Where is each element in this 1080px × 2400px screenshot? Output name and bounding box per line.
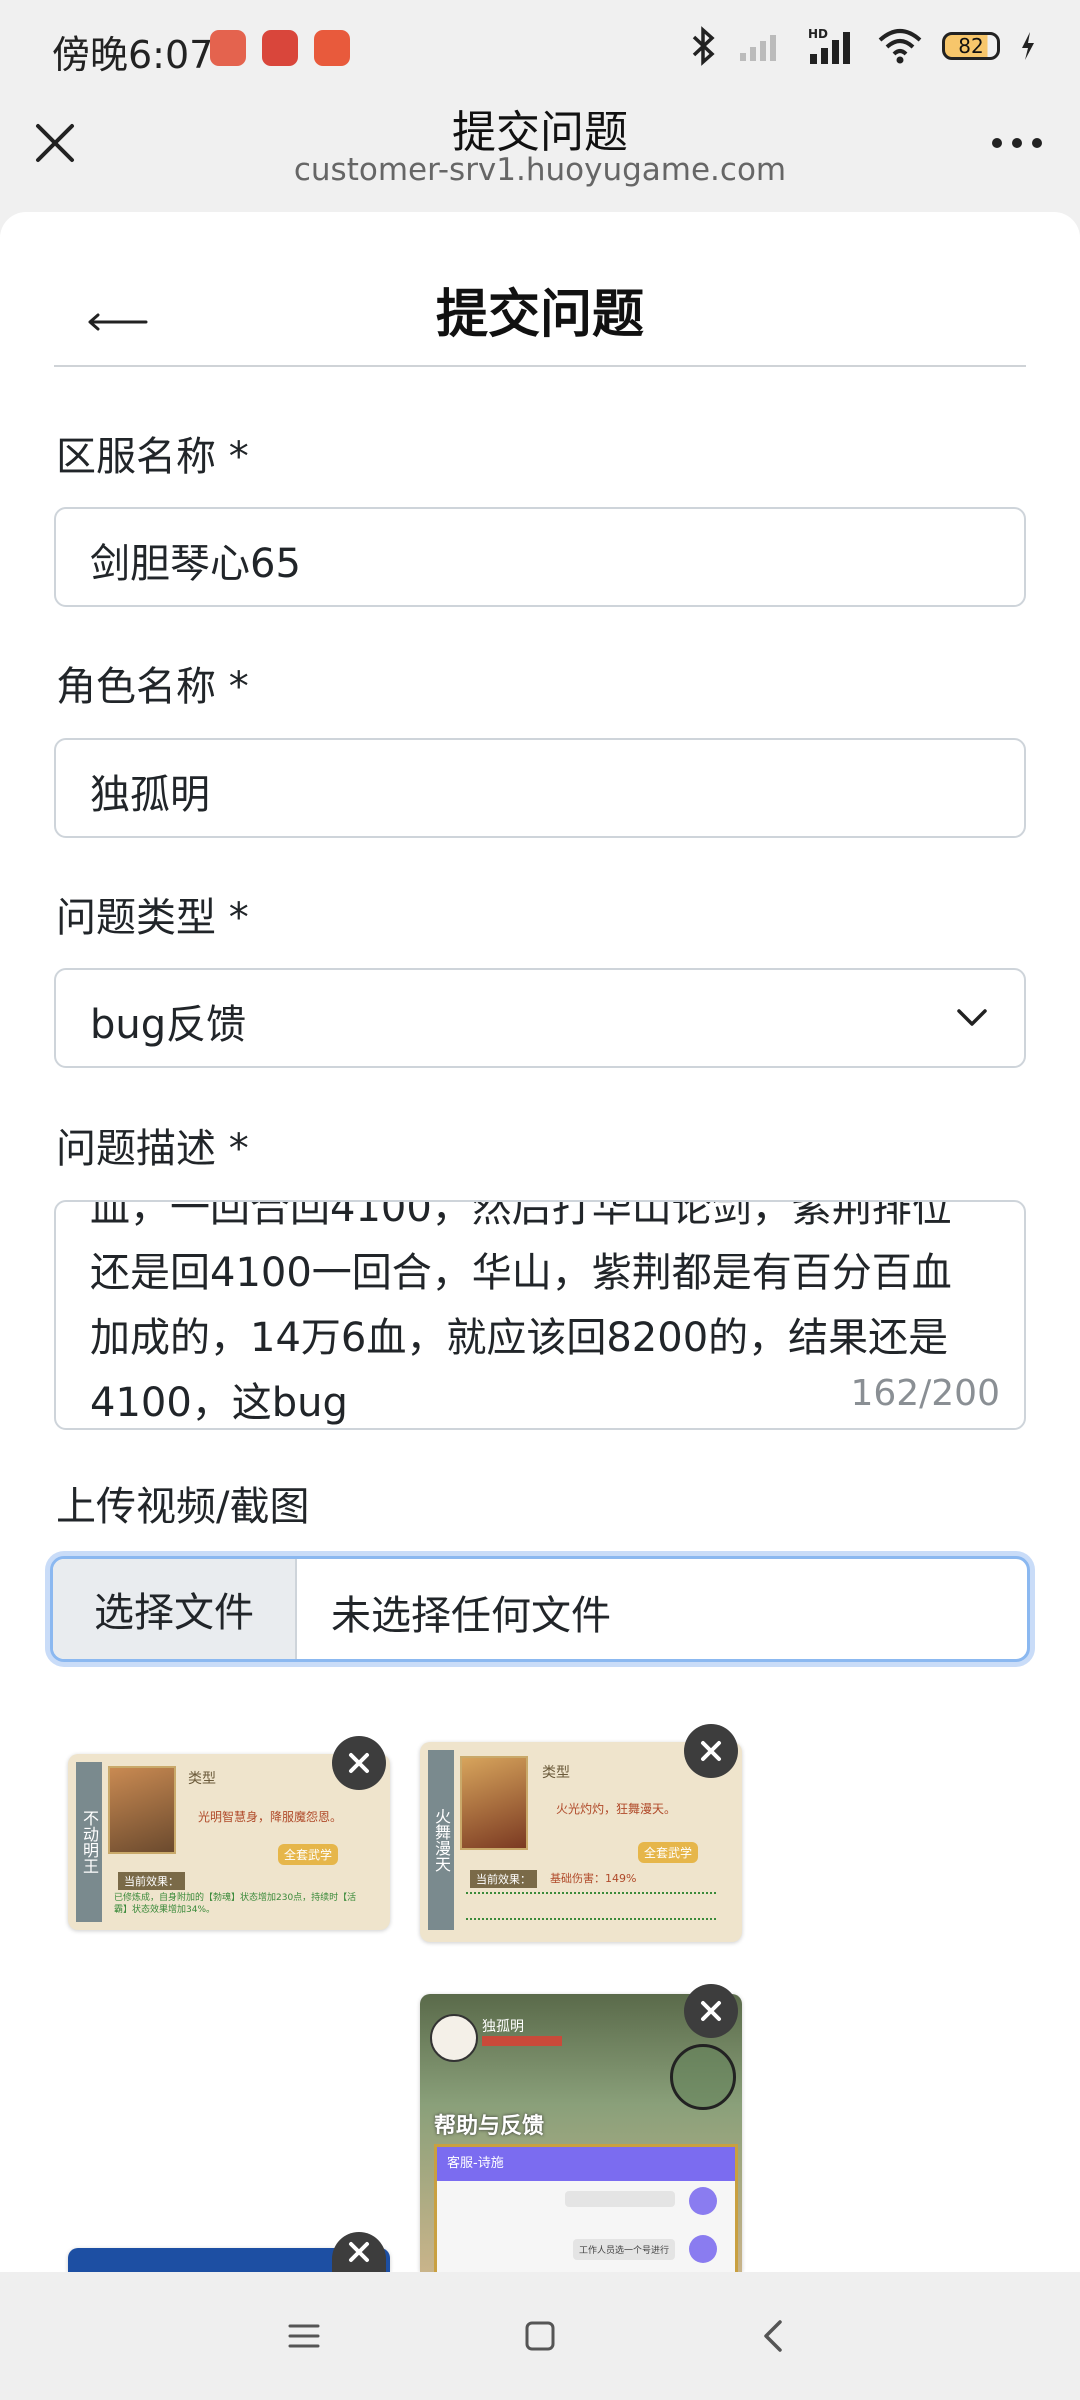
user-icon bbox=[689, 2235, 717, 2263]
cellular-signal-empty-icon bbox=[740, 35, 776, 61]
app-notification-icon bbox=[210, 30, 246, 66]
close-icon bbox=[349, 1753, 369, 1773]
thumbnail-banner: 不动明王 bbox=[76, 1762, 102, 1922]
bluetooth-icon bbox=[692, 26, 715, 66]
role-name-input[interactable]: 独孤明 bbox=[54, 738, 1026, 838]
battery-level: 82 bbox=[958, 34, 984, 58]
battery-icon: 82 bbox=[942, 32, 1000, 60]
svg-text:HD: HD bbox=[808, 27, 828, 41]
thumbnail-avatar bbox=[430, 2014, 478, 2062]
back-icon[interactable] bbox=[756, 2318, 792, 2354]
chevron-down-icon bbox=[957, 1009, 987, 1026]
browser-title: 提交问题 bbox=[452, 107, 628, 158]
status-time: 傍晚6:07 bbox=[52, 33, 214, 77]
issue-type-select[interactable]: bug反馈 bbox=[54, 968, 1026, 1068]
page-title: 提交问题 bbox=[435, 285, 644, 345]
no-file-text: 未选择任何文件 bbox=[331, 1593, 611, 1639]
delete-image-button[interactable] bbox=[332, 2232, 386, 2272]
thumbnail-note: 已修炼成，自身附加的【勃魂】状态增加230点，持续时【活霸】状态效果增加34%。 bbox=[114, 1893, 357, 1915]
cellular-signal-hd-icon: HD bbox=[808, 27, 850, 64]
thumbnail-stat: 基础伤害：149% bbox=[550, 1872, 637, 1885]
desc-label: 问题描述 * bbox=[56, 1126, 249, 1172]
role-label: 角色名称 * bbox=[56, 664, 249, 710]
thumbnail-chat-window: 客服-诗施 工作人员选一个号进行 bbox=[434, 2144, 738, 2272]
delete-image-button[interactable] bbox=[684, 1984, 738, 2038]
server-name-value: 剑胆琴心65 bbox=[90, 541, 301, 587]
thumbnail-portrait bbox=[108, 1766, 176, 1854]
thumbnail-chat-avatar bbox=[689, 2187, 717, 2215]
page-content: 提交问题 区服名称 * 剑胆琴心65 角色名称 * 独孤明 问题类型 * bug… bbox=[0, 212, 1080, 2272]
type-label: 问题类型 * bbox=[56, 895, 249, 941]
thumbnail-effect: 当前效果： bbox=[118, 1872, 185, 1890]
delete-image-button[interactable] bbox=[684, 1724, 738, 1778]
status-bar: 傍晚6:07 HD 82 bbox=[0, 0, 1080, 96]
thumbnail-chat-header: 客服-诗施 bbox=[437, 2147, 735, 2181]
menu-icon[interactable] bbox=[286, 2318, 322, 2354]
page-header: 提交问题 bbox=[54, 212, 1026, 367]
server-label: 区服名称 * bbox=[56, 434, 249, 480]
delete-image-button[interactable] bbox=[332, 1736, 386, 1790]
thumbnail-portrait bbox=[460, 1756, 528, 1850]
close-icon bbox=[701, 1741, 721, 1761]
home-icon[interactable] bbox=[522, 2318, 558, 2354]
thumbnail-banner: 火舞漫天 bbox=[428, 1750, 454, 1930]
browser-domain: customer-srv1.huoyugame.com bbox=[293, 152, 787, 188]
thumbnail-type: 类型 bbox=[188, 1771, 216, 1787]
app-notification-icon bbox=[262, 30, 298, 66]
thumbnail-tag: 全套武学 bbox=[637, 1842, 698, 1863]
close-icon bbox=[701, 2001, 721, 2021]
close-icon bbox=[349, 2242, 369, 2262]
thumbnail-desc: 火光灼灼，狂舞漫天。 bbox=[556, 1802, 677, 1816]
thumbnail-help-title: 帮助与反馈 bbox=[434, 2114, 545, 2139]
wifi-icon bbox=[878, 29, 922, 64]
thumbnail-effect: 当前效果： bbox=[470, 1870, 537, 1888]
charging-icon bbox=[1022, 32, 1034, 60]
issue-description-textarea[interactable]: 血，一回合回4100，然后打华山论剑，紫荆排位还是回4100一回合，华山，紫荆都… bbox=[54, 1200, 1026, 1430]
thumbnail-note-lines bbox=[466, 1892, 716, 1920]
browser-title-bar: 提交问题 customer-srv1.huoyugame.com bbox=[0, 96, 1080, 212]
server-name-input[interactable]: 剑胆琴心65 bbox=[54, 507, 1026, 607]
system-navigation-bar bbox=[0, 2272, 1080, 2400]
issue-type-value: bug反馈 bbox=[90, 1002, 247, 1048]
thumbnail-chat-bubble bbox=[565, 2191, 675, 2207]
thumbnail-player-name: 独孤明 bbox=[482, 2019, 524, 2035]
thumbnail-hp-bar bbox=[482, 2036, 562, 2046]
notification-icons bbox=[210, 30, 350, 66]
thumbnail-chat-message: 工作人员选一个号进行 bbox=[572, 2239, 675, 2260]
role-name-value: 独孤明 bbox=[90, 772, 210, 818]
uploaded-image-thumbnail: 独孤明 帮助与反馈 客服-诗施 工作人员选一个号进行 bbox=[420, 1994, 742, 2272]
thumbnail-minimap bbox=[670, 2044, 736, 2110]
more-options-icon[interactable] bbox=[990, 136, 1044, 150]
upload-label: 上传视频/截图 bbox=[56, 1484, 310, 1530]
thumbnail-desc: 光明智慧身，降服魔怨恩。 bbox=[198, 1810, 343, 1824]
thumbnail-type: 类型 bbox=[542, 1765, 570, 1781]
char-counter: 162/200 bbox=[850, 1373, 1000, 1414]
choose-file-button[interactable]: 选择文件 bbox=[53, 1559, 297, 1659]
file-upload-input[interactable]: 选择文件 未选择任何文件 bbox=[50, 1556, 1030, 1662]
app-notification-icon bbox=[314, 30, 350, 66]
thumbnail-tag: 全套武学 bbox=[277, 1844, 338, 1865]
